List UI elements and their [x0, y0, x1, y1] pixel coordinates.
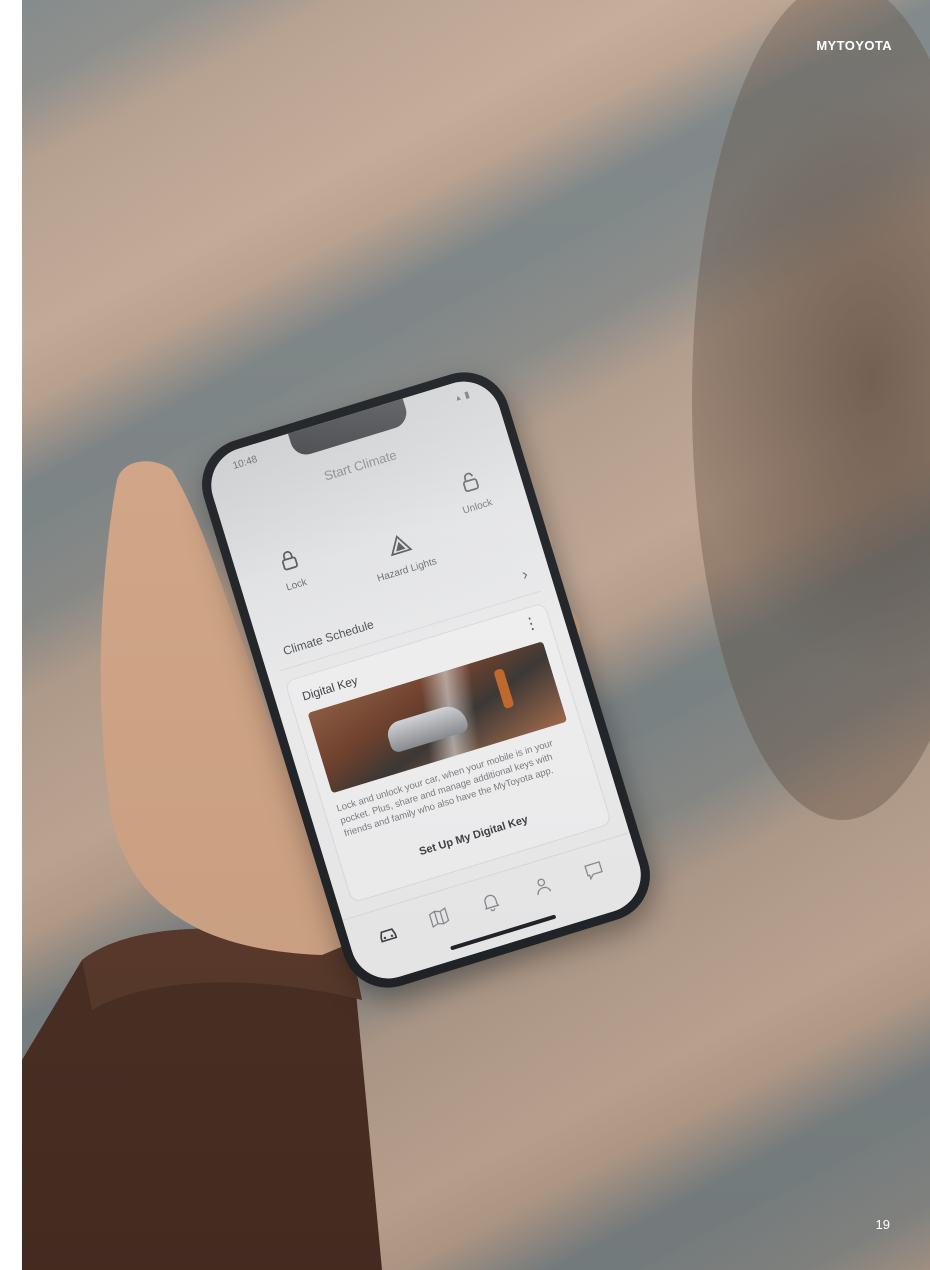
- lock-label: Lock: [284, 576, 309, 594]
- smartphone: 10:48 ▴ ▮ Start Climate Lock Hazard Ligh…: [190, 360, 662, 1000]
- hand-and-sleeve: [22, 0, 930, 1270]
- person-icon: [537, 878, 552, 896]
- climate-schedule-row[interactable]: Climate Schedule ›: [270, 557, 542, 671]
- bell-icon: [484, 894, 500, 912]
- tab-vehicle[interactable]: [374, 920, 401, 947]
- phone-notch: [287, 398, 411, 459]
- more-options-icon[interactable]: ⋮: [521, 612, 542, 636]
- lock-icon: [282, 551, 298, 571]
- unlock-label: Unlock: [461, 497, 494, 517]
- status-time: 10:48: [231, 453, 259, 472]
- unlock-button[interactable]: Unlock: [428, 457, 518, 523]
- digital-key-card: Digital Key ⋮ Lock and unlock your car, …: [284, 601, 613, 904]
- digital-key-description: Lock and unlock your car, when your mobi…: [335, 738, 555, 840]
- digital-key-title: Digital Key: [300, 673, 360, 704]
- tab-map[interactable]: [425, 904, 452, 931]
- climate-schedule-label: Climate Schedule: [281, 617, 376, 659]
- tab-account[interactable]: [529, 872, 556, 899]
- car-icon: [380, 928, 398, 943]
- chat-icon: [584, 861, 603, 881]
- tab-chat[interactable]: [580, 856, 607, 883]
- status-icons: ▴ ▮: [454, 388, 472, 403]
- hazard-lights-button[interactable]: Hazard Lights: [348, 518, 457, 590]
- chevron-right-icon: ›: [519, 566, 530, 584]
- hazard-lights-label: Hazard Lights: [375, 555, 439, 585]
- car-graphic: [384, 701, 470, 754]
- screen-title[interactable]: Start Climate: [215, 414, 506, 516]
- lock-button[interactable]: Lock: [247, 536, 337, 602]
- person-graphic: [493, 668, 515, 710]
- set-up-digital-key-button[interactable]: Set Up My Digital Key: [343, 791, 605, 881]
- phone-screen: 10:48 ▴ ▮ Start Climate Lock Hazard Ligh…: [201, 372, 651, 988]
- hazard-icon: [391, 534, 413, 557]
- brand-header: MYTOYOTA: [816, 38, 892, 53]
- bottom-tab-bar: [342, 832, 651, 988]
- tab-notifications[interactable]: [477, 888, 504, 915]
- page-number: 19: [875, 1217, 890, 1232]
- screen-glare: [201, 372, 651, 988]
- remote-controls: Lock Hazard Lights Unlock: [240, 459, 526, 625]
- home-indicator: [450, 914, 557, 951]
- map-icon: [428, 907, 450, 929]
- digital-key-image: [307, 641, 568, 794]
- background-photo: 10:48 ▴ ▮ Start Climate Lock Hazard Ligh…: [22, 0, 930, 1270]
- unlock-icon: [463, 472, 479, 493]
